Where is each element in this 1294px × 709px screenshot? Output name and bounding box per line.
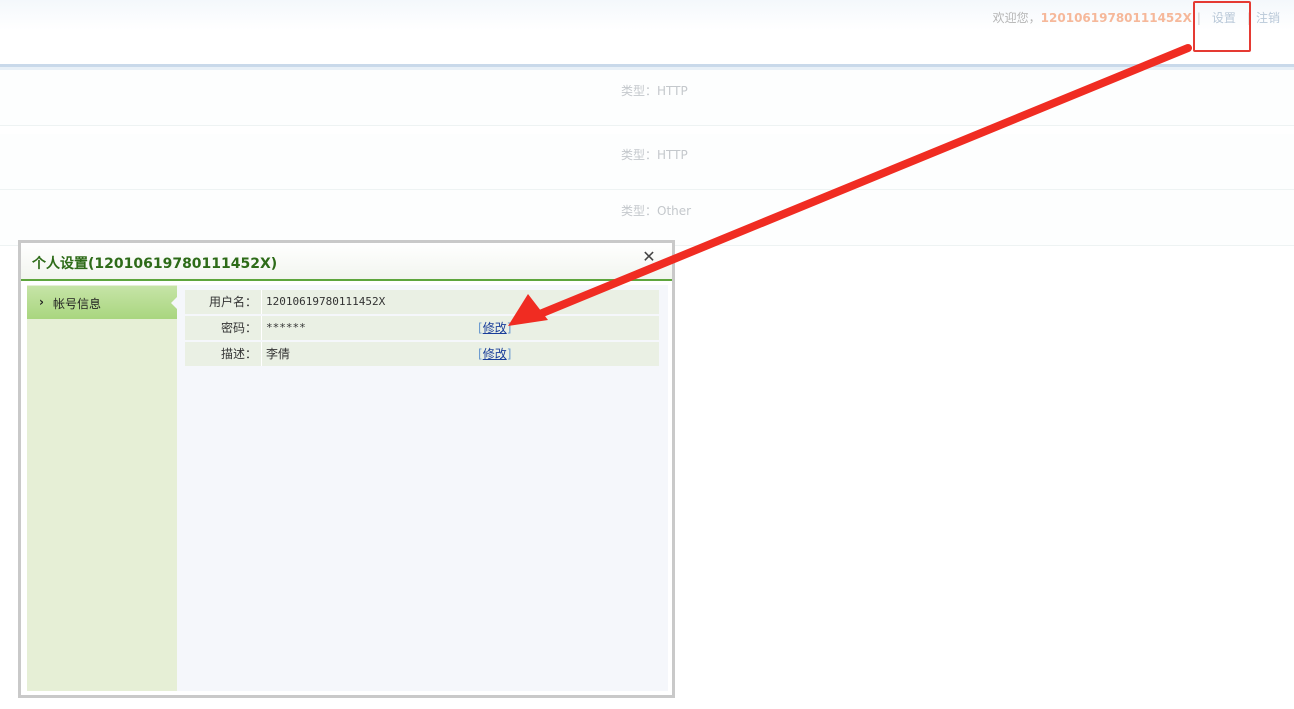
active-indicator (171, 297, 177, 309)
password-value: ****** (266, 321, 306, 334)
username-value: 12010619780111452X (266, 295, 386, 308)
row-type-label: 类型：Other (621, 204, 692, 218)
welcome-text: 欢迎您， (992, 11, 1041, 25)
bracket: ] (506, 347, 512, 361)
sidebar-item-label: 帐号信息 (53, 297, 102, 311)
bracket: ] (506, 321, 512, 335)
edit-description-link[interactable]: 修改 (483, 347, 507, 361)
password-row: 密码： ****** [修改] (185, 316, 659, 340)
description-label: 描述： (185, 342, 262, 366)
row-type-label: 类型：HTTP (621, 148, 688, 162)
username-label: 用户名： (185, 290, 262, 314)
password-label: 密码： (185, 316, 262, 340)
personal-settings-dialog: 个人设置(12010619780111452X) ✕ › 帐号信息 用户名： 1… (18, 240, 675, 698)
edit-password-link[interactable]: 修改 (483, 321, 507, 335)
row-type-label: 类型：HTTP (621, 84, 688, 98)
chevron-right-icon: › (39, 295, 44, 309)
list-row[interactable]: 类型：HTTP (0, 134, 1294, 190)
sidebar-item-account-info[interactable]: › 帐号信息 (27, 286, 177, 319)
account-info-panel: 用户名： 12010619780111452X 密码： ****** [修改] … (185, 290, 659, 368)
close-icon[interactable]: ✕ (641, 249, 657, 265)
dialog-sidebar: › 帐号信息 (27, 285, 177, 691)
dialog-body: › 帐号信息 用户名： 12010619780111452X 密码： *****… (27, 285, 668, 691)
edit-password-control: [修改] (478, 316, 511, 340)
description-value: 李倩 (266, 347, 291, 361)
description-row: 描述： 李倩 [修改] (185, 342, 659, 366)
dialog-header: 个人设置(12010619780111452X) ✕ (21, 243, 672, 281)
list-row[interactable]: 类型：HTTP (0, 70, 1294, 126)
logout-link[interactable]: 注销 (1256, 11, 1280, 25)
edit-description-control: [修改] (478, 342, 511, 366)
list-row[interactable]: 类型：Other (0, 190, 1294, 246)
current-user-id: 12010619780111452X (1040, 11, 1192, 25)
username-row: 用户名： 12010619780111452X (185, 290, 659, 314)
top-header: 欢迎您，12010619780111452X | 设置 | 注销 (0, 0, 1294, 64)
annotation-highlight-box (1193, 1, 1251, 52)
dialog-title: 个人设置(12010619780111452X) (32, 256, 278, 272)
